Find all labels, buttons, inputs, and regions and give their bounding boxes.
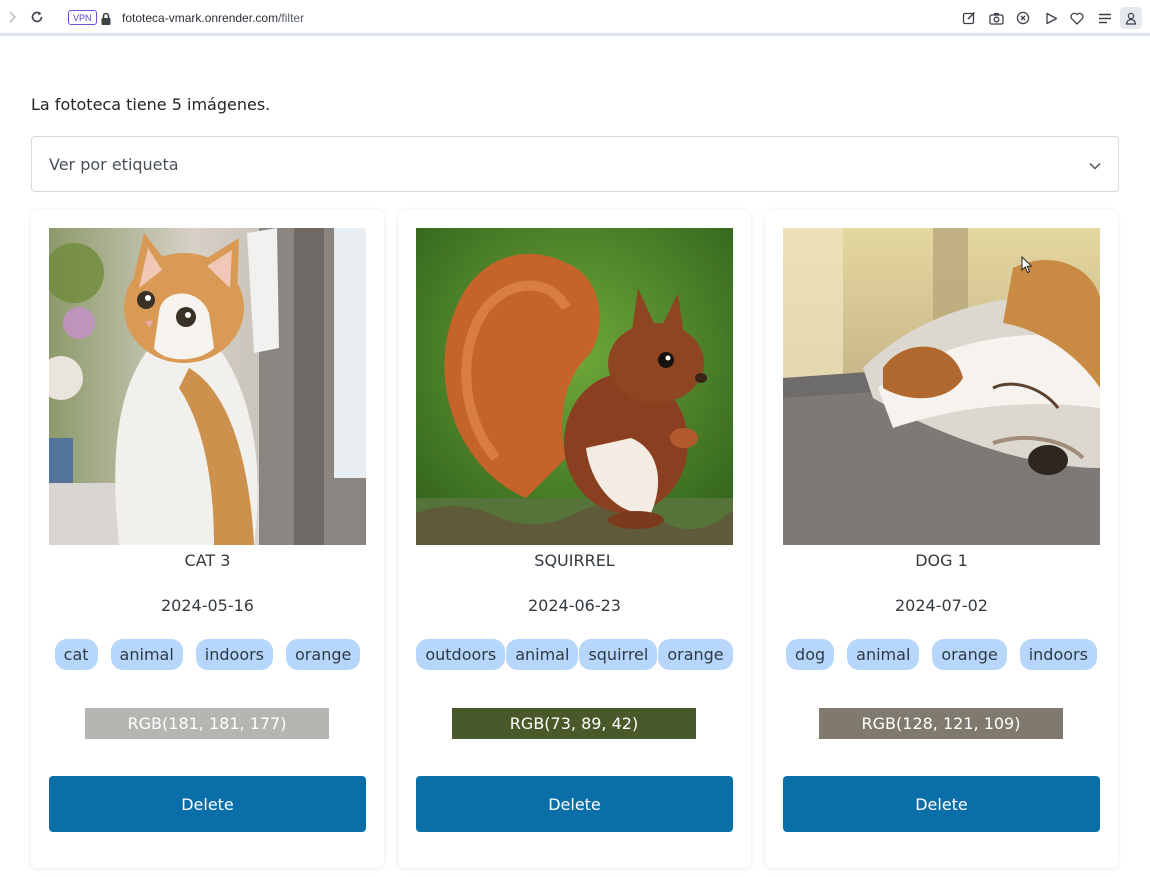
photo-date: 2024-06-23 xyxy=(528,596,621,615)
vpn-badge[interactable]: VPN xyxy=(68,10,97,25)
tag-badge[interactable]: squirrel xyxy=(579,639,658,670)
tag-filter-select[interactable]: Ver por etiqueta xyxy=(31,136,1119,192)
tag-list: dog animal orange indoors xyxy=(765,639,1118,670)
tag-list: cat animal indoors orange xyxy=(31,639,384,670)
chevron-down-icon xyxy=(1088,158,1102,172)
delete-button[interactable]: Delete xyxy=(49,776,366,832)
tag-badge[interactable]: orange xyxy=(932,639,1007,670)
heart-icon[interactable] xyxy=(1069,10,1085,26)
tag-badge[interactable]: animal xyxy=(110,639,183,670)
edit-icon[interactable] xyxy=(961,10,977,26)
dominant-color-swatch: RGB(181, 181, 177) xyxy=(85,708,329,739)
dominant-color-swatch: RGB(73, 89, 42) xyxy=(452,708,696,739)
dog-photo xyxy=(783,228,1100,545)
tag-badge[interactable]: indoors xyxy=(195,639,274,670)
photo-card: DOG 1 2024-07-02 dog animal orange indoo… xyxy=(765,210,1118,868)
tag-list: outdoors animal squirrel orange xyxy=(398,639,751,670)
tag-badge[interactable]: indoors xyxy=(1019,639,1097,670)
url-path: /filter xyxy=(278,11,305,25)
lock-icon xyxy=(100,11,112,25)
tag-badge[interactable]: animal xyxy=(506,639,579,670)
browser-toolbar: VPN fototeca-vmark.onrender.com/filter xyxy=(0,0,1150,36)
menu-icon[interactable] xyxy=(1097,10,1113,26)
squirrel-photo xyxy=(416,228,733,545)
photo-card: CAT 3 2024-05-16 cat animal indoors oran… xyxy=(31,210,384,868)
cat-photo xyxy=(49,228,366,545)
reload-icon[interactable] xyxy=(29,9,45,25)
tag-badge[interactable]: cat xyxy=(54,639,98,670)
dominant-color-swatch: RGB(128, 121, 109) xyxy=(819,708,1063,739)
send-icon[interactable] xyxy=(1043,10,1059,26)
photo-title: DOG 1 xyxy=(915,551,968,570)
camera-icon[interactable] xyxy=(988,10,1004,26)
tag-badge[interactable]: outdoors xyxy=(416,639,506,670)
photo-title: CAT 3 xyxy=(184,551,231,570)
photo-title: SQUIRREL xyxy=(534,551,615,570)
tag-badge[interactable]: animal xyxy=(847,639,920,670)
address-bar[interactable]: fototeca-vmark.onrender.com/filter xyxy=(122,10,304,26)
photo-card: SQUIRREL 2024-06-23 outdoors animal squi… xyxy=(398,210,751,868)
shield-icon[interactable] xyxy=(1015,10,1031,26)
url-host: fototeca-vmark.onrender.com xyxy=(122,11,279,25)
tag-badge[interactable]: orange xyxy=(658,639,733,670)
profile-icon[interactable] xyxy=(1120,7,1142,29)
delete-button[interactable]: Delete xyxy=(783,776,1100,832)
tag-badge[interactable]: dog xyxy=(786,639,835,670)
tag-filter-label: Ver por etiqueta xyxy=(49,155,179,174)
tag-badge[interactable]: orange xyxy=(286,639,361,670)
image-count-summary: La fototeca tiene 5 imágenes. xyxy=(31,95,271,114)
delete-button[interactable]: Delete xyxy=(416,776,733,832)
forward-icon[interactable] xyxy=(4,9,20,25)
photo-date: 2024-05-16 xyxy=(161,596,254,615)
photo-date: 2024-07-02 xyxy=(895,596,988,615)
mouse-cursor-icon xyxy=(1021,256,1033,274)
